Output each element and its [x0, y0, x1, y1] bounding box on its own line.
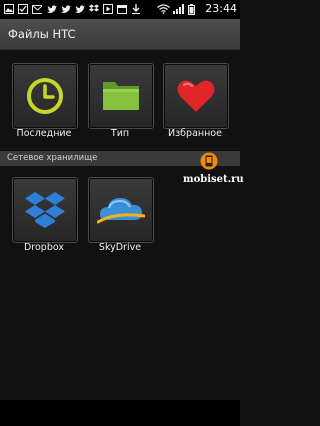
- skydrive-button[interactable]: [88, 177, 154, 243]
- skydrive-label: SkyDrive: [98, 242, 142, 253]
- twitter-icon: [75, 4, 85, 14]
- watermark-logo-icon: [200, 152, 218, 170]
- play-icon: [103, 4, 113, 14]
- title-bar: Файлы HTC: [0, 19, 240, 50]
- section-label: Сетевое хранилище: [7, 153, 98, 163]
- favorites-button[interactable]: [163, 63, 229, 129]
- heart-icon: [176, 78, 216, 118]
- clock-time: 23:44: [205, 2, 237, 15]
- status-bar: 23:44: [0, 0, 240, 19]
- type-label: Тип: [110, 128, 130, 139]
- page-title: Файлы HTC: [8, 27, 76, 41]
- dropbox-label: Dropbox: [23, 242, 65, 253]
- type-button[interactable]: [88, 63, 154, 129]
- mail-icon: [32, 4, 42, 14]
- dropbox-button[interactable]: [12, 177, 78, 243]
- watermark: mobiset.ru: [183, 174, 244, 185]
- calendar-icon: [117, 4, 127, 14]
- recent-button[interactable]: [12, 63, 78, 129]
- recent-label: Последние: [16, 128, 72, 139]
- clock-icon: [25, 76, 65, 120]
- battery-icon: [188, 3, 195, 15]
- folder-icon: [101, 78, 141, 116]
- photo-icon: [4, 4, 14, 14]
- dropbox-icon: [89, 4, 99, 14]
- download-icon: [131, 4, 141, 14]
- nav-bar: [0, 400, 240, 426]
- checkbox-icon: [18, 4, 28, 14]
- wifi-icon: [157, 4, 170, 14]
- favorites-label: Избранное: [168, 128, 222, 139]
- dropbox-icon: [24, 189, 66, 235]
- twitter-icon: [47, 4, 57, 14]
- skydrive-icon: [96, 192, 146, 230]
- signal-icon: [173, 4, 185, 14]
- twitter-icon: [61, 4, 71, 14]
